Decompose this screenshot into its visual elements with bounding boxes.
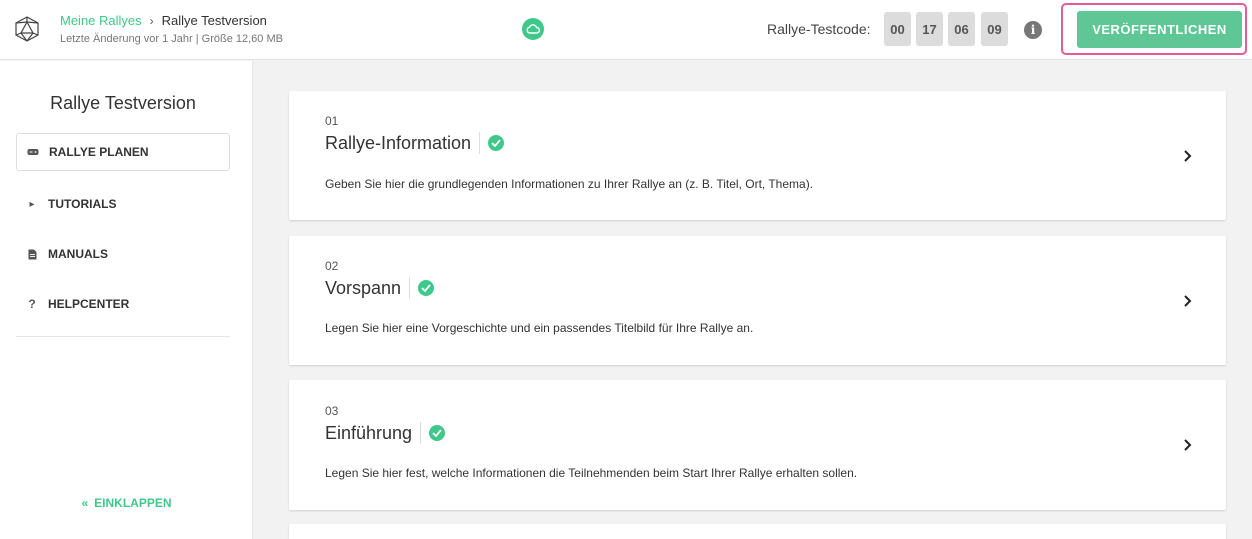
breadcrumb-link-meine-rallyes[interactable]: Meine Rallyes (60, 13, 142, 28)
sidebar: Rallye Testversion RALLYE PLANEN ▸ TUTOR… (0, 61, 253, 539)
document-icon (26, 249, 38, 260)
check-circle-icon (418, 280, 435, 296)
collapse-label: EINKLAPPEN (94, 496, 172, 510)
cloud-sync-icon[interactable] (522, 18, 544, 40)
card-rallye-information[interactable]: 01 Rallye-Information Geben Sie hier die… (289, 91, 1226, 220)
chevron-right-icon[interactable] (1180, 294, 1194, 308)
question-icon: ? (28, 297, 36, 311)
card-description: Legen Sie hier eine Vorgeschichte und ei… (325, 321, 754, 335)
check-circle-icon (488, 135, 505, 151)
card-description: Geben Sie hier die grundlegenden Informa… (325, 177, 814, 191)
title-divider (420, 422, 422, 444)
top-bar: Meine Rallyes › Rallye Testversion Letzt… (0, 0, 1252, 60)
card-title-row: Einführung (325, 422, 446, 444)
card-number: 01 (325, 114, 339, 128)
test-code-label: Rallye-Testcode: (767, 21, 871, 37)
test-code-digit-1: 00 (884, 12, 911, 46)
info-icon[interactable]: i (1024, 21, 1042, 39)
gamepad-icon (27, 148, 39, 156)
sidebar-divider (16, 336, 230, 337)
sidebar-item-rallye-planen[interactable]: RALLYE PLANEN (16, 133, 230, 171)
title-divider (479, 132, 481, 154)
card-title: Vorspann (325, 277, 402, 298)
sidebar-item-label: MANUALS (48, 247, 108, 261)
card-title-row: Rallye-Information (325, 132, 505, 154)
title-divider (409, 277, 411, 299)
breadcrumb-chevron-icon: › (149, 13, 154, 28)
sidebar-item-manuals[interactable]: MANUALS (16, 235, 230, 273)
test-code-digit-3: 06 (948, 12, 975, 46)
sidebar-item-label: TUTORIALS (48, 197, 117, 211)
sidebar-title: Rallye Testversion (50, 93, 196, 113)
card-einfuehrung[interactable]: 03 Einführung Legen Sie hier fest, welch… (289, 380, 1226, 510)
chevron-right-icon[interactable] (1180, 149, 1194, 163)
card-number: 03 (325, 404, 339, 418)
collapse-button[interactable]: « EINKLAPPEN (0, 496, 253, 510)
app-logo-icon[interactable] (14, 16, 40, 42)
publish-button[interactable]: VERÖFFENTLICHEN (1077, 11, 1242, 48)
publish-highlight: VERÖFFENTLICHEN (1061, 3, 1247, 55)
last-change-meta: Letzte Änderung vor 1 Jahr | Größe 12,60… (60, 33, 283, 45)
card-description: Legen Sie hier fest, welche Informatione… (325, 466, 858, 480)
sidebar-item-helpcenter[interactable]: ? HELPCENTER (16, 285, 230, 323)
chevron-right-icon[interactable] (1180, 438, 1194, 452)
double-chevron-left-icon: « (81, 496, 89, 510)
test-code-digit-2: 17 (916, 12, 943, 46)
play-icon: ▸ (29, 198, 35, 210)
sidebar-item-tutorials[interactable]: ▸ TUTORIALS (16, 185, 230, 223)
card-number: 02 (325, 259, 339, 273)
card-title-row: Vorspann (325, 277, 435, 299)
card-title: Rallye-Information (325, 132, 472, 153)
breadcrumb: Meine Rallyes › Rallye Testversion (60, 13, 267, 28)
sidebar-item-label: RALLYE PLANEN (49, 145, 149, 159)
check-circle-icon (429, 425, 446, 441)
breadcrumb-current: Rallye Testversion (161, 13, 267, 28)
card-title: Einführung (325, 422, 413, 443)
test-code-digit-4: 09 (981, 12, 1008, 46)
card-next-partial[interactable] (289, 524, 1226, 539)
sidebar-item-label: HELPCENTER (48, 297, 130, 311)
card-vorspann[interactable]: 02 Vorspann Legen Sie hier eine Vorgesch… (289, 236, 1226, 365)
